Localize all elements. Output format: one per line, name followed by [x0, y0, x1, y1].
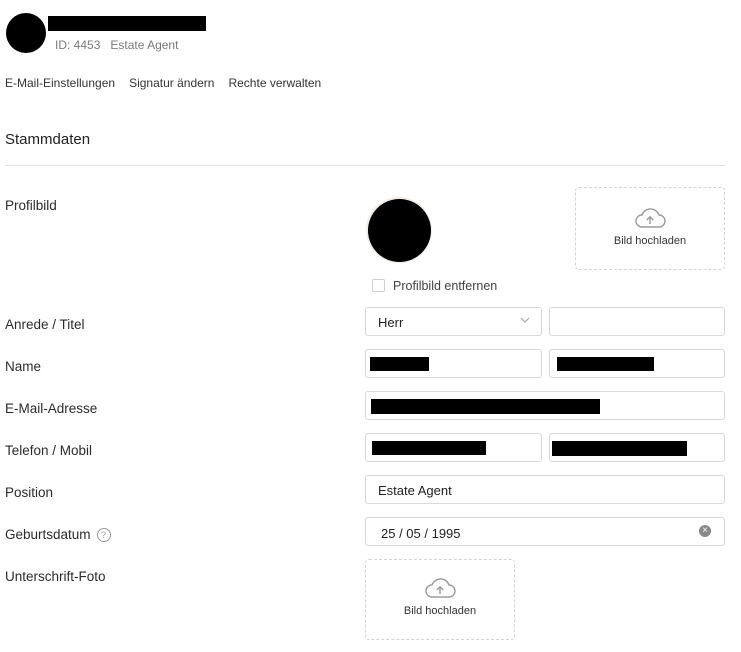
first-name-redacted	[370, 357, 429, 371]
title-input[interactable]	[549, 307, 725, 336]
label-email: E-Mail-Adresse	[5, 401, 98, 416]
email-input[interactable]	[365, 391, 725, 420]
upload-label: Bild hochladen	[613, 235, 687, 247]
divider	[5, 165, 725, 166]
user-name-redacted	[48, 16, 206, 31]
label-name: Name	[5, 359, 42, 374]
link-email-settings[interactable]: E-Mail-Einstellungen	[5, 76, 115, 90]
position-input[interactable]: Estate Agent	[365, 475, 725, 504]
last-name-redacted	[557, 357, 654, 371]
phone-input[interactable]	[365, 433, 542, 462]
label-telefon: Telefon / Mobil	[5, 443, 93, 458]
signature-upload-button[interactable]: Bild hochladen	[365, 559, 515, 640]
label-geburtsdatum-text: Geburtsdatum	[5, 527, 91, 542]
email-redacted	[371, 399, 600, 414]
link-manage-rights[interactable]: Rechte verwalten	[228, 76, 321, 90]
chevron-down-icon	[520, 317, 530, 323]
profile-image-upload-button[interactable]: Bild hochladen	[575, 187, 725, 270]
position-value: Estate Agent	[378, 483, 452, 498]
label-geburtsdatum: Geburtsdatum?	[5, 527, 111, 542]
section-title: Stammdaten	[5, 131, 91, 148]
user-role: Estate Agent	[110, 38, 179, 52]
label-profilbild: Profilbild	[5, 198, 57, 213]
first-name-input[interactable]	[365, 349, 542, 378]
mobile-redacted	[552, 441, 687, 456]
link-change-signature[interactable]: Signatur ändern	[129, 76, 214, 90]
upload-label: Bild hochladen	[403, 605, 477, 617]
cloud-upload-icon	[425, 578, 456, 598]
label-anrede: Anrede / Titel	[5, 317, 85, 332]
profile-meta: ID: 4453 Estate Agent	[55, 38, 178, 52]
cloud-upload-icon	[635, 208, 666, 228]
salutation-value: Herr	[378, 315, 404, 330]
remove-picture-checkbox[interactable]	[372, 279, 385, 292]
last-name-input[interactable]	[549, 349, 725, 378]
user-id: ID: 4453	[55, 38, 101, 52]
help-icon[interactable]: ?	[96, 528, 111, 542]
birthdate-input[interactable]: 25 / 05 / 1995 ×	[365, 517, 725, 546]
profile-picture	[368, 199, 431, 262]
label-position: Position	[5, 485, 54, 500]
remove-picture-label: Profilbild entfernen	[393, 279, 498, 293]
avatar	[6, 13, 46, 53]
salutation-select[interactable]: Herr	[365, 307, 542, 336]
mobile-input[interactable]	[549, 433, 725, 462]
phone-redacted	[372, 441, 486, 455]
clear-icon[interactable]: ×	[699, 525, 711, 537]
label-unterschrift: Unterschrift-Foto	[5, 569, 106, 584]
remove-picture-row: Profilbild entfernen	[372, 279, 497, 293]
settings-links: E-Mail-Einstellungen Signatur ändern Recht…	[5, 76, 335, 90]
birthdate-value: 25 / 05 / 1995	[381, 526, 461, 541]
